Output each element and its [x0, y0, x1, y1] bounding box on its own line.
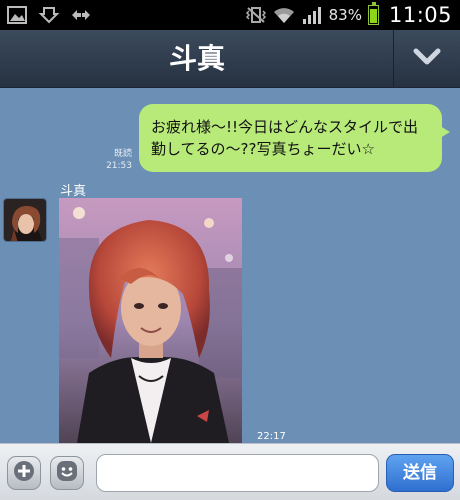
gallery-icon	[6, 5, 28, 25]
chevron-down-icon	[412, 47, 442, 71]
wifi-icon	[273, 5, 295, 25]
input-bar: 送信	[0, 443, 460, 500]
outgoing-timestamp: 21:53	[106, 161, 132, 171]
status-right-icons: 83% 11:05	[245, 2, 452, 27]
status-left-icons	[6, 5, 92, 25]
message-input[interactable]	[96, 454, 379, 492]
sticker-button[interactable]	[50, 456, 84, 490]
incoming-photo[interactable]	[59, 198, 242, 443]
send-button[interactable]: 送信	[386, 454, 454, 492]
chat-title: 斗真	[168, 42, 225, 75]
outgoing-message-text: お疲れ様〜!!今日はどんなスタイルで出勤してるの〜??写真ちょーだい☆	[151, 118, 419, 158]
clock: 11:05	[388, 3, 452, 27]
battery-level-fill	[369, 9, 377, 23]
vibrate-icon	[245, 5, 267, 25]
chat-area[interactable]: 既読 21:53 お疲れ様〜!!今日はどんなスタイルで出勤してるの〜??写真ちょ…	[0, 88, 460, 443]
outgoing-message-bubble[interactable]: お疲れ様〜!!今日はどんなスタイルで出勤してるの〜??写真ちょーだい☆	[139, 104, 450, 172]
battery-percent: 83%	[328, 6, 362, 24]
status-bar: 83% 11:05	[0, 0, 460, 30]
read-receipt: 既読	[113, 149, 132, 159]
data-arrows-icon	[70, 5, 92, 25]
avatar[interactable]	[3, 198, 47, 242]
sender-name: 斗真	[60, 184, 87, 199]
header-menu-button[interactable]	[394, 30, 460, 88]
download-icon	[38, 5, 60, 25]
smiley-icon	[55, 459, 79, 487]
chat-header: 斗真	[0, 30, 460, 88]
plus-icon	[13, 460, 35, 486]
add-attachment-button[interactable]	[7, 456, 41, 490]
battery-icon	[367, 2, 379, 25]
signal-icon	[301, 5, 323, 25]
incoming-timestamp: 22:17	[257, 431, 286, 442]
